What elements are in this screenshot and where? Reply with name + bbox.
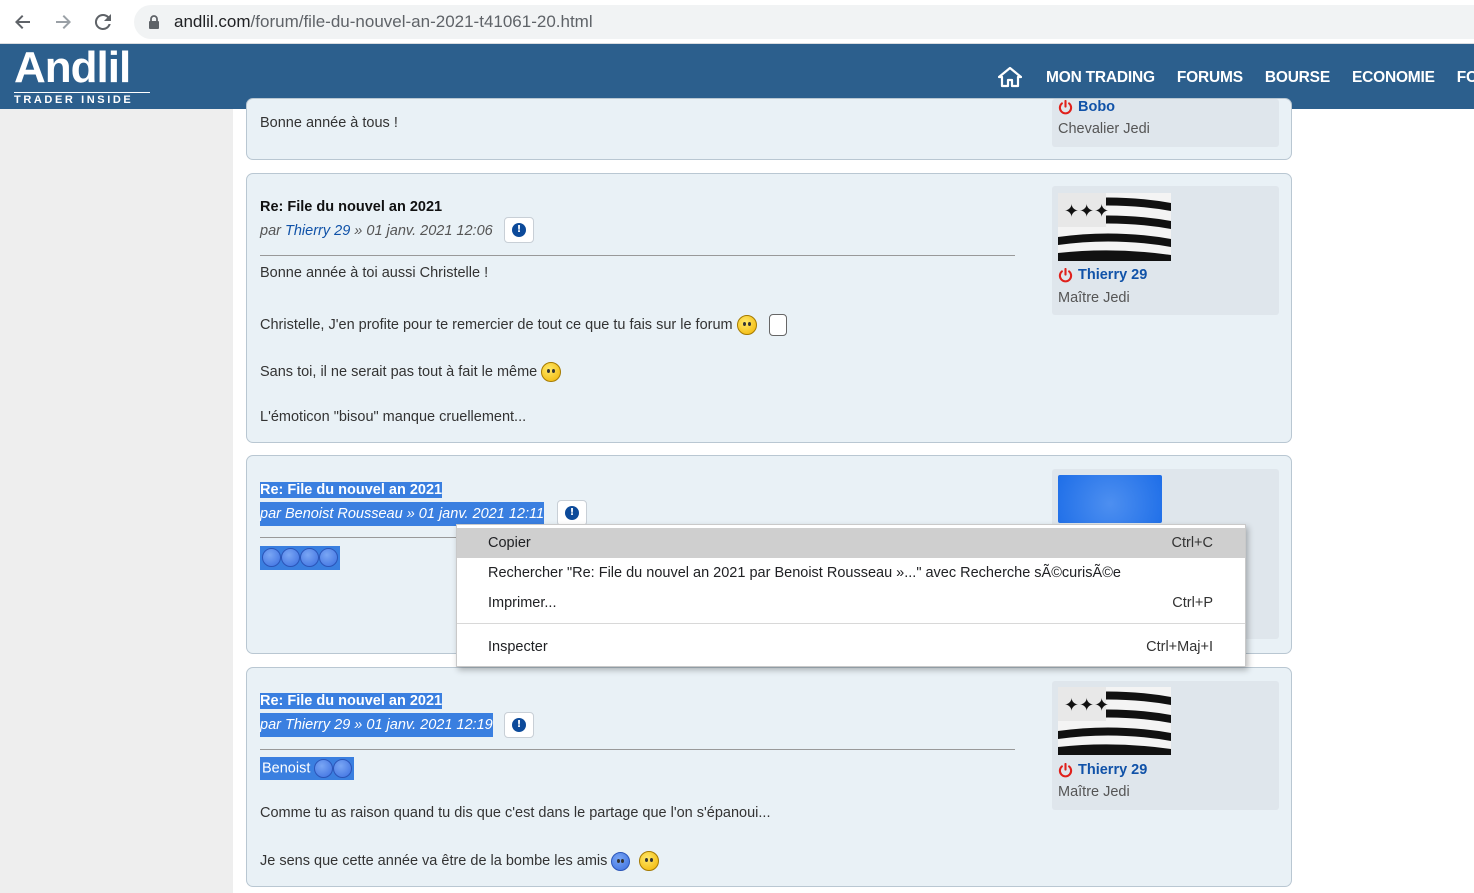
report-button[interactable]: !	[557, 500, 587, 526]
context-menu-print[interactable]: Imprimer... Ctrl+P	[457, 588, 1245, 618]
post-title[interactable]: Re: File du nouvel an 2021	[260, 482, 443, 498]
forum-post: Bonne année à tous ! Bobo Chevalier Jedi	[246, 98, 1292, 160]
context-menu: Copier Ctrl+C Rechercher "Re: File du nou…	[456, 524, 1246, 667]
site-logo[interactable]: Andlil TRADER INSIDE	[14, 46, 150, 106]
post-text: Comme tu as raison quand tu dis que c'es…	[260, 805, 771, 821]
menu-economie[interactable]: ECONOMIE	[1352, 69, 1435, 86]
post-meta: par Benoist Rousseau » 01 janv. 2021 12:…	[260, 502, 545, 526]
post-text	[260, 546, 340, 570]
avatar	[1058, 475, 1162, 523]
context-menu-inspect[interactable]: Inspecter Ctrl+Maj+I	[457, 632, 1245, 662]
reload-icon[interactable]	[90, 9, 116, 35]
user-rank: Chevalier Jedi	[1058, 121, 1150, 137]
emoticon-icon	[333, 759, 353, 778]
menu-bourse[interactable]: BOURSE	[1265, 69, 1330, 86]
exclamation-icon: !	[565, 506, 579, 520]
url-text: andlil.com/forum/file-du-nouvel-an-2021-…	[174, 12, 593, 31]
post-text: Bonne année à toi aussi Christelle !	[260, 265, 489, 281]
address-bar[interactable]: andlil.com/forum/file-du-nouvel-an-2021-…	[134, 5, 1474, 39]
emoticon-icon	[314, 759, 334, 778]
context-menu-separator	[457, 623, 1245, 624]
power-icon	[1058, 99, 1073, 114]
robot-emoticon-icon	[768, 314, 787, 336]
laugh-emoticon-icon	[638, 851, 659, 871]
menu-more[interactable]: FO	[1457, 69, 1474, 86]
username-link[interactable]: Thierry 29	[1058, 267, 1147, 283]
post-text: Christelle, J'en profite pour te remerci…	[260, 314, 787, 336]
exclamation-icon: !	[512, 718, 526, 732]
author-link[interactable]: Benoist Rousseau	[285, 506, 403, 522]
post-text: Sans toi, il ne serait pas tout à fait l…	[260, 362, 562, 382]
post-divider	[260, 255, 1015, 256]
author-link[interactable]: Thierry 29	[285, 717, 350, 733]
avatar: ✦✦✦	[1058, 687, 1171, 755]
home-icon[interactable]	[998, 66, 1022, 88]
post-text: Bonne année à tous !	[260, 115, 398, 131]
power-icon	[1058, 267, 1073, 282]
user-rank: Maître Jedi	[1058, 290, 1130, 306]
post-meta: par Thierry 29 » 01 janv. 2021 12:06	[260, 223, 493, 239]
svg-text:✦✦✦: ✦✦✦	[1064, 201, 1109, 222]
post-title[interactable]: Re: File du nouvel an 2021	[260, 693, 443, 709]
thumbs-up-emoticon-icon	[611, 851, 631, 871]
power-icon	[1058, 762, 1073, 777]
report-button[interactable]: !	[504, 712, 534, 738]
menu-forums[interactable]: FORUMS	[1177, 69, 1243, 86]
menu-mon-trading[interactable]: MON TRADING	[1046, 69, 1155, 86]
exclamation-icon: !	[512, 223, 526, 237]
left-sidebar	[0, 109, 233, 893]
report-button[interactable]: !	[504, 217, 534, 243]
lock-icon	[149, 15, 159, 29]
kiss-emoticon-icon	[262, 548, 281, 567]
wink-emoticon-icon	[541, 362, 562, 382]
user-profile: ✦✦✦ Thierry 29 Maître Jedi	[1052, 186, 1279, 315]
post-title[interactable]: Re: File du nouvel an 2021	[260, 199, 442, 215]
author-link[interactable]: Thierry 29	[285, 223, 350, 239]
forum-post: Re: File du nouvel an 2021 par Thierry 2…	[246, 667, 1292, 887]
post-meta: par Thierry 29 » 01 janv. 2021 12:19	[260, 713, 493, 737]
main-menu: MON TRADING FORUMS BOURSE ECONOMIE FO	[1046, 69, 1474, 87]
user-profile: ✦✦✦ Thierry 29 Maître Jedi	[1052, 681, 1279, 810]
context-menu-copy[interactable]: Copier Ctrl+C	[457, 528, 1245, 558]
post-text: Je sens que cette année va être de la bo…	[260, 851, 659, 871]
post-text: Benoist	[260, 757, 355, 780]
svg-text:✦✦✦: ✦✦✦	[1064, 695, 1109, 716]
post-text: L'émoticon "bisou" manque cruellement...	[260, 409, 527, 425]
user-rank: Maître Jedi	[1058, 784, 1130, 800]
kiss-emoticon-icon	[300, 548, 319, 567]
username-link[interactable]: Thierry 29	[1058, 762, 1147, 778]
emoticon-icon	[736, 315, 757, 335]
context-menu-search[interactable]: Rechercher "Re: File du nouvel an 2021 p…	[457, 558, 1245, 588]
forward-icon[interactable]	[50, 9, 76, 35]
avatar: ✦✦✦	[1058, 193, 1171, 261]
username-link[interactable]: Bobo	[1058, 99, 1115, 115]
kiss-emoticon-icon	[281, 548, 300, 567]
back-icon[interactable]	[10, 9, 36, 35]
kiss-emoticon-icon	[319, 548, 338, 567]
user-profile: Bobo Chevalier Jedi	[1052, 99, 1279, 147]
browser-toolbar: andlil.com/forum/file-du-nouvel-an-2021-…	[0, 0, 1474, 44]
post-divider	[260, 749, 1015, 750]
forum-post: Re: File du nouvel an 2021 par Thierry 2…	[246, 173, 1292, 443]
